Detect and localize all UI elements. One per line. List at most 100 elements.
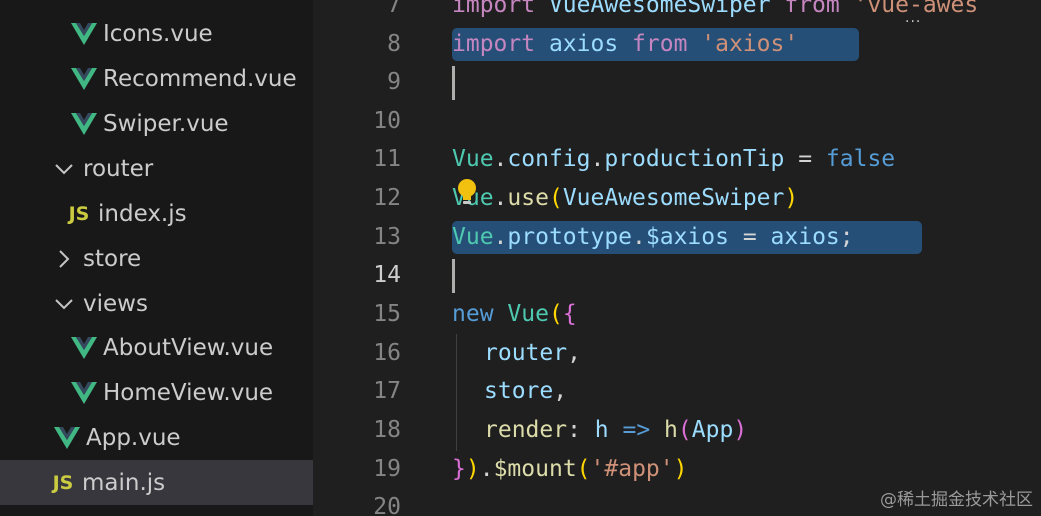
- code-line[interactable]: 19 }).$mount('#app'): [313, 450, 1041, 489]
- file-item-label: index.js: [98, 200, 187, 227]
- token-keyword: import: [452, 31, 536, 57]
- token-string: 'axios': [687, 31, 799, 57]
- code-line[interactable]: 10: [313, 102, 1041, 141]
- code-line[interactable]: 11 Vue.config.productionTip = false: [313, 140, 1041, 179]
- file-item-icons-vue[interactable]: Icons.vue: [0, 11, 313, 56]
- vue-icon: [67, 17, 101, 51]
- code-text[interactable]: import axios from 'axios': [452, 25, 798, 64]
- code-text[interactable]: store,: [484, 372, 567, 411]
- code-text[interactable]: import VueAwesomeSwiper from 'vue-awes: [452, 0, 978, 25]
- token-property: $axios: [645, 224, 729, 250]
- code-editor[interactable]: 7 import VueAwesomeSwiper from 'vue-awes…: [313, 0, 1041, 516]
- file-item-homeview-vue[interactable]: HomeView.vue: [0, 370, 313, 415]
- line-number: 13: [373, 224, 401, 250]
- line-number: 18: [373, 417, 401, 443]
- code-line[interactable]: 15 new Vue({: [313, 295, 1041, 334]
- code-line[interactable]: 9: [313, 63, 1041, 102]
- code-line[interactable]: 8 import axios from 'axios': [313, 25, 1041, 64]
- token-function: h: [664, 417, 678, 443]
- file-item-label: HomeView.vue: [103, 379, 274, 406]
- code-line-active[interactable]: 14: [313, 256, 1041, 295]
- token-paren: (: [548, 301, 563, 327]
- file-item-label: Swiper.vue: [103, 110, 229, 137]
- token-variable: App: [691, 417, 734, 443]
- lightbulb-icon[interactable]: [456, 178, 478, 208]
- watermark: @稀土掘金技术社区: [880, 490, 1033, 510]
- code-line[interactable]: 7 import VueAwesomeSwiper from 'vue-awes: [313, 0, 1041, 25]
- line-number: 17: [373, 378, 401, 404]
- token-punct: .: [632, 224, 646, 250]
- token-function: render: [484, 417, 568, 443]
- line-number: 15: [373, 301, 401, 327]
- token-boolean: false: [825, 146, 896, 172]
- line-number: 7: [387, 0, 401, 18]
- line-number: 12: [373, 185, 401, 211]
- file-item-main-js[interactable]: JS main.js: [0, 460, 313, 505]
- token-arrow: =>: [608, 417, 665, 443]
- file-item-label: App.vue: [86, 424, 181, 451]
- token-punct: .: [479, 456, 494, 482]
- code-line[interactable]: 18 render: h => h(App): [313, 411, 1041, 450]
- line-number-active: 14: [373, 262, 401, 288]
- code-line[interactable]: 12 Vue.use(VueAwesomeSwiper): [313, 179, 1041, 218]
- token-operator: =: [784, 146, 826, 172]
- chevron-down-icon[interactable]: [47, 152, 81, 186]
- token-function: $mount: [493, 456, 577, 482]
- token-operator: =: [728, 224, 771, 250]
- token-variable: axios: [770, 224, 840, 250]
- js-icon: JS: [52, 471, 74, 494]
- token-punct: :: [567, 417, 595, 443]
- folder-item-label: store: [83, 245, 142, 272]
- token-keyword: from: [632, 31, 688, 57]
- code-text[interactable]: }).$mount('#app'): [452, 450, 687, 489]
- token-keyword: new: [452, 301, 494, 327]
- code-text[interactable]: Vue.use(VueAwesomeSwiper): [452, 179, 798, 218]
- token-punct: .: [493, 185, 508, 211]
- line-number: 10: [373, 108, 401, 134]
- code-line[interactable]: 13 Vue.prototype.$axios = axios;: [313, 218, 1041, 257]
- vue-icon: [67, 331, 101, 365]
- file-item-recommend-vue[interactable]: Recommend.vue: [0, 56, 313, 101]
- file-item-app-vue[interactable]: App.vue: [0, 415, 313, 460]
- folder-item-router[interactable]: router: [0, 146, 313, 191]
- code-text[interactable]: Vue.config.productionTip = false: [452, 140, 895, 179]
- token-class: Vue: [452, 224, 494, 250]
- code-text[interactable]: router,: [484, 334, 581, 373]
- file-item-index-js[interactable]: JS index.js: [0, 191, 313, 236]
- line-number: 19: [373, 456, 401, 482]
- folder-item-store[interactable]: store: [0, 236, 313, 281]
- overflow-ellipsis[interactable]: ...: [905, 10, 921, 26]
- token-punct: .: [493, 146, 508, 172]
- code-text[interactable]: render: h => h(App): [484, 411, 747, 450]
- token-paren: (: [576, 456, 591, 482]
- code-line[interactable]: 17 store,: [313, 372, 1041, 411]
- vue-icon: [67, 62, 101, 96]
- token-punct: ;: [839, 224, 854, 250]
- file-explorer: Icons.vue Recommend.vue Swiper.vue route…: [0, 0, 313, 516]
- token-class: Vue: [452, 146, 494, 172]
- code-text[interactable]: new Vue({: [452, 295, 577, 334]
- file-item-swiper-vue[interactable]: Swiper.vue: [0, 101, 313, 146]
- token-paren: ): [784, 185, 799, 211]
- token-brace: }: [452, 456, 466, 482]
- code-line[interactable]: 16 router,: [313, 334, 1041, 373]
- token-function: use: [507, 185, 549, 211]
- code-text[interactable]: Vue.prototype.$axios = axios;: [452, 218, 854, 257]
- folder-item-label: router: [83, 155, 154, 182]
- vue-icon: [50, 421, 84, 455]
- token-paren: ): [673, 456, 688, 482]
- token-property: store: [484, 378, 554, 404]
- line-number: 8: [387, 31, 401, 57]
- token-paren: (: [548, 185, 563, 211]
- folder-item-views[interactable]: views: [0, 281, 313, 326]
- chevron-down-icon[interactable]: [47, 287, 81, 321]
- token-punct: .: [590, 146, 605, 172]
- chevron-right-icon[interactable]: [47, 242, 81, 276]
- file-item-aboutview-vue[interactable]: AboutView.vue: [0, 325, 313, 370]
- token-paren: ): [733, 417, 748, 443]
- file-item-label: main.js: [82, 469, 166, 496]
- multi-cursor: [452, 66, 455, 100]
- folder-item-label: views: [83, 290, 148, 317]
- line-number: 16: [373, 340, 401, 366]
